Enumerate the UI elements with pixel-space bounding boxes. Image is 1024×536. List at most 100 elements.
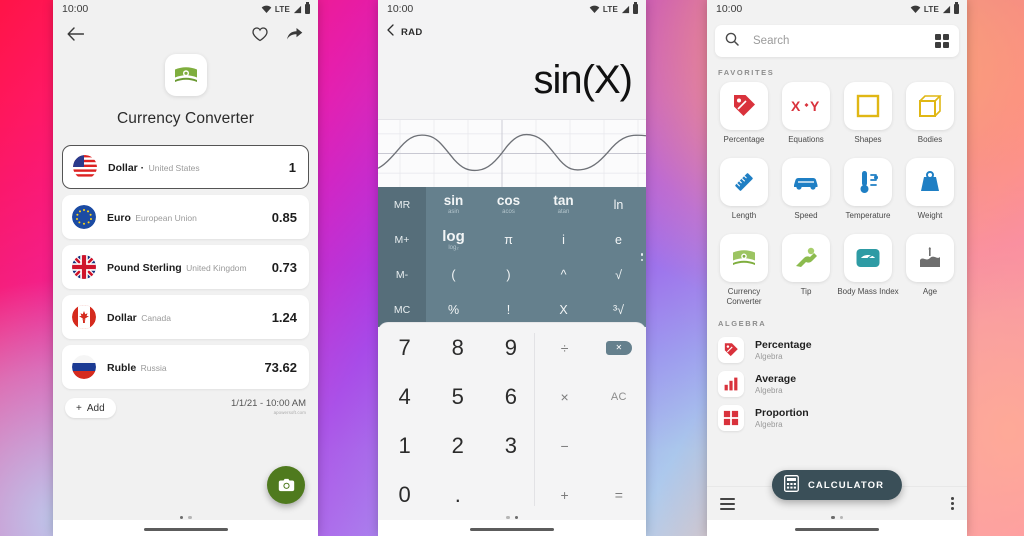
- network-type-label: LTE: [274, 4, 290, 14]
- sci-key-pi[interactable]: π: [481, 222, 536, 257]
- currency-value[interactable]: 73.62: [264, 360, 297, 375]
- signal-icon: [293, 5, 302, 13]
- algebra-item-average[interactable]: Average Algebra: [707, 367, 967, 401]
- algebra-item-proportion[interactable]: Proportion Algebra: [707, 401, 967, 435]
- sci-key-sqrt[interactable]: √: [591, 257, 646, 292]
- sci-key-tan[interactable]: tan atan: [536, 187, 591, 222]
- tool-speed[interactable]: Speed: [775, 158, 837, 232]
- sci-key-log[interactable]: log log₂: [426, 222, 481, 257]
- home-indicator-bar[interactable]: [795, 527, 879, 531]
- angle-mode-label[interactable]: RAD: [401, 27, 422, 38]
- home-indicator-bar[interactable]: [470, 527, 554, 531]
- currency-row-ca[interactable]: Dollar Canada 1.24: [62, 295, 309, 339]
- key-0[interactable]: 0: [378, 471, 431, 520]
- sci-key-sub: asin: [447, 208, 459, 215]
- camera-fab-button[interactable]: [267, 466, 305, 504]
- calculator-fab-button[interactable]: CALCULATOR: [771, 470, 903, 500]
- currency-row-us[interactable]: Dollar · United States 1: [62, 145, 309, 189]
- currency-value[interactable]: 0.73: [272, 260, 297, 275]
- status-time: 10:00: [387, 3, 414, 15]
- key-delete[interactable]: ✕: [592, 323, 646, 372]
- function-graph[interactable]: [378, 119, 646, 187]
- tool-label: Body Mass Index: [837, 287, 899, 296]
- sci-key-mminus[interactable]: M-: [378, 257, 426, 292]
- more-keys-indicator[interactable]: [640, 253, 643, 261]
- sci-key-mr[interactable]: MR: [378, 187, 426, 222]
- key-7[interactable]: 7: [378, 323, 431, 372]
- sci-key-mplus[interactable]: M+: [378, 222, 426, 257]
- currency-row-ru[interactable]: Ruble Russia 73.62: [62, 345, 309, 389]
- key-2[interactable]: 2: [431, 422, 484, 471]
- home-indicator-bar[interactable]: [143, 527, 228, 531]
- sci-key-e[interactable]: e: [591, 222, 646, 257]
- sci-key-close-paren[interactable]: ): [481, 257, 536, 292]
- add-currency-button[interactable]: + Add: [65, 398, 116, 418]
- status-bar: 10:00 LTE: [378, 0, 646, 18]
- sci-key-sin[interactable]: sin asin: [426, 187, 481, 222]
- currency-row-gb[interactable]: Pound Sterling United Kingdom 0.73: [62, 245, 309, 289]
- key-equals[interactable]: =: [592, 471, 646, 520]
- key-3[interactable]: 3: [484, 422, 537, 471]
- currency-row-eu[interactable]: Euro European Union 0.85: [62, 195, 309, 239]
- key-4[interactable]: 4: [378, 372, 431, 421]
- sci-key-power[interactable]: ^: [536, 257, 591, 292]
- grid-view-icon[interactable]: [934, 33, 949, 49]
- algebra-item-name: Proportion: [755, 406, 809, 419]
- flag-eu-icon: [72, 205, 96, 229]
- sci-key-cos[interactable]: cos acos: [481, 187, 536, 222]
- sci-key-sub: log₂: [448, 244, 459, 251]
- search-input[interactable]: Search: [753, 35, 921, 47]
- tool-shapes[interactable]: Shapes: [837, 82, 899, 156]
- calculator-toolbar: RAD: [378, 18, 646, 41]
- key-1[interactable]: 1: [378, 422, 431, 471]
- wifi-icon: [910, 5, 921, 13]
- tool-currency-converter[interactable]: Currency Converter: [713, 234, 775, 308]
- sci-key-ln[interactable]: ln: [591, 187, 646, 222]
- currency-value[interactable]: 0.85: [272, 210, 297, 225]
- tool-length[interactable]: Length: [713, 158, 775, 232]
- page-indicator-dots[interactable]: [831, 515, 843, 519]
- tool-percentage[interactable]: Percentage: [713, 82, 775, 156]
- key-5[interactable]: 5: [431, 372, 484, 421]
- kebab-menu-icon[interactable]: [951, 496, 954, 511]
- key-9[interactable]: 9: [484, 323, 537, 372]
- currency-country: United Kingdom: [186, 263, 247, 273]
- bar-chart-icon: [718, 371, 744, 397]
- hamburger-menu-icon[interactable]: [720, 497, 735, 510]
- page-indicator-dots[interactable]: [506, 515, 518, 519]
- key-all-clear[interactable]: AC: [592, 372, 646, 421]
- back-arrow-icon[interactable]: [65, 24, 85, 44]
- sci-key-open-paren[interactable]: (: [426, 257, 481, 292]
- key-plus[interactable]: +: [538, 471, 592, 520]
- backspace-icon: ✕: [605, 340, 632, 355]
- tool-label: Length: [731, 211, 757, 220]
- currency-value[interactable]: 1: [289, 160, 296, 175]
- algebra-item-percentage[interactable]: Percentage Algebra: [707, 333, 967, 367]
- tool-equations[interactable]: XY Equations: [775, 82, 837, 156]
- page-indicator-dots[interactable]: [179, 515, 192, 519]
- tool-temperature[interactable]: Temperature: [837, 158, 899, 232]
- key-minus[interactable]: −: [538, 422, 592, 471]
- heart-icon[interactable]: [250, 24, 270, 44]
- tool-weight[interactable]: Weight: [899, 158, 961, 232]
- tool-label: Percentage: [723, 135, 765, 144]
- key-6[interactable]: 6: [484, 372, 537, 421]
- key-multiply[interactable]: ×: [538, 372, 592, 421]
- key-divide[interactable]: ÷: [538, 323, 592, 372]
- tool-bodies[interactable]: Bodies: [899, 82, 961, 156]
- sci-key-i[interactable]: i: [536, 222, 591, 257]
- share-icon[interactable]: [284, 24, 304, 44]
- tool-tip[interactable]: Tip: [775, 234, 837, 308]
- key-decimal[interactable]: .: [431, 471, 484, 520]
- expression-display[interactable]: sin(X): [378, 41, 646, 119]
- search-bar[interactable]: Search: [715, 25, 959, 57]
- key-8[interactable]: 8: [431, 323, 484, 372]
- key-blank-1: [592, 422, 646, 471]
- expression-text: sin(X): [533, 57, 633, 102]
- weight-icon: [906, 158, 954, 206]
- currency-value[interactable]: 1.24: [272, 310, 297, 325]
- coin-hand-icon: [782, 234, 830, 282]
- tool-age[interactable]: Age: [899, 234, 961, 308]
- tool-body-mass-index[interactable]: Body Mass Index: [837, 234, 899, 308]
- chevron-left-icon[interactable]: [387, 23, 394, 41]
